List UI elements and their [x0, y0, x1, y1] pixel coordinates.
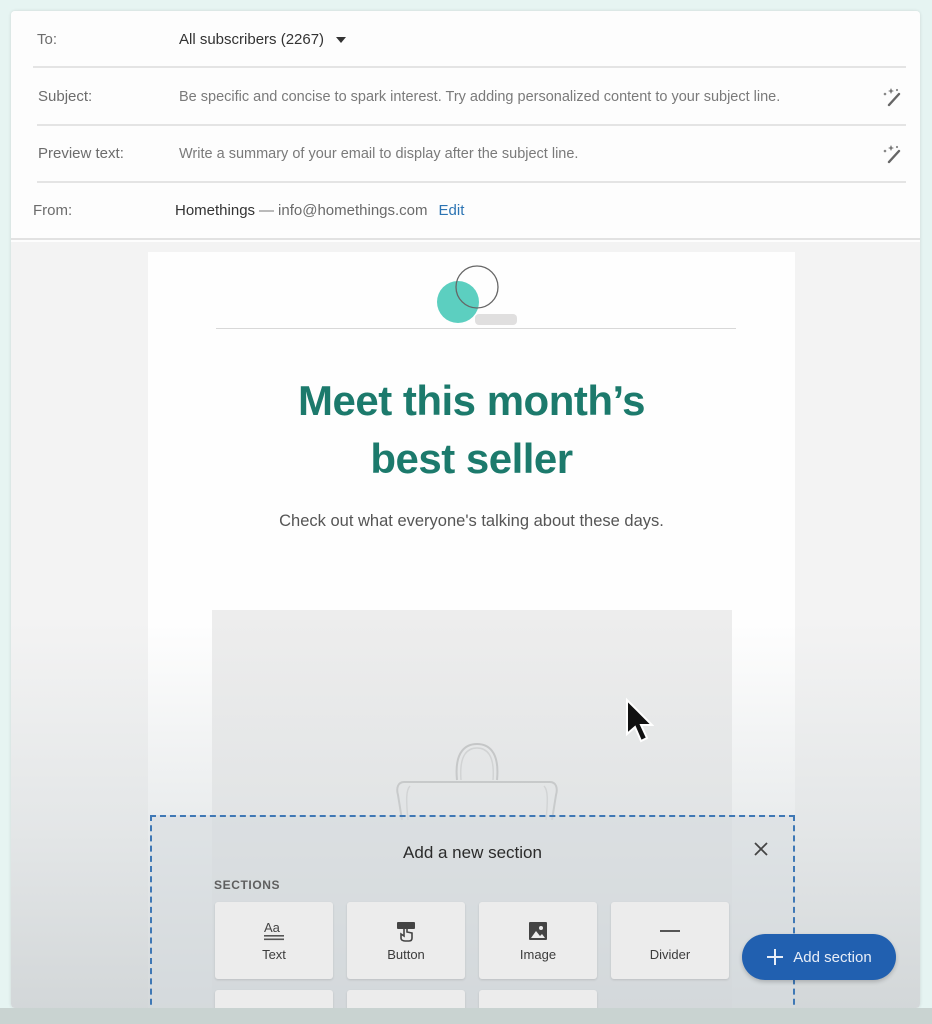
section-tile-more[interactable]: [347, 990, 465, 1008]
image-icon: [529, 921, 547, 940]
from-label: From:: [33, 202, 73, 219]
section-tile-more[interactable]: [215, 990, 333, 1008]
edit-sender-link[interactable]: Edit: [439, 202, 465, 219]
add-section-panel: Add a new section SECTIONS Aa Text Butto…: [150, 815, 795, 1008]
add-section-button[interactable]: Add section: [742, 934, 896, 980]
section-tile-divider[interactable]: Divider: [611, 902, 729, 979]
divider-icon: [660, 929, 680, 932]
preview-input[interactable]: Write a summary of your email to display…: [179, 146, 578, 162]
to-label: To:: [37, 31, 58, 48]
magic-wand-icon[interactable]: [880, 85, 904, 109]
plus-icon: [767, 949, 784, 965]
preview-row: Preview text: Write a summary of your em…: [11, 125, 920, 182]
panel-title: Add a new section: [403, 843, 542, 862]
magic-wand-icon[interactable]: [880, 142, 904, 166]
subject-input[interactable]: Be specific and concise to spark interes…: [179, 89, 780, 105]
recipients-dropdown[interactable]: All subscribers (2267): [179, 31, 347, 48]
bag-icon: [396, 742, 558, 820]
preview-label: Preview text:: [38, 145, 124, 162]
recipients-value: All subscribers (2267): [179, 31, 325, 48]
subject-row: Subject: Be specific and concise to spar…: [11, 68, 920, 125]
from-value: Homethings — info@homethings.com Edit: [175, 202, 464, 219]
body-text[interactable]: Check out what everyone's talking about …: [148, 512, 795, 531]
sections-label: SECTIONS: [214, 878, 281, 892]
close-icon[interactable]: [751, 839, 771, 859]
section-tile-more[interactable]: [479, 990, 597, 1008]
bottom-strip: [0, 1008, 932, 1024]
add-section-label: Add section: [793, 948, 872, 966]
tile-label: Divider: [649, 946, 691, 962]
section-tile-image[interactable]: Image: [479, 902, 597, 979]
headline[interactable]: Meet this month’s best seller: [148, 372, 795, 488]
headline-line-1: Meet this month’s: [298, 377, 645, 424]
email-header: To: All subscribers (2267) Subject: Be s…: [11, 11, 920, 240]
section-tile-text[interactable]: Aa Text: [215, 902, 333, 979]
text-icon: Aa: [264, 920, 284, 940]
tile-label: Button: [387, 946, 425, 962]
svg-text:Aa: Aa: [264, 920, 281, 935]
from-row: From: Homethings — info@homethings.com E…: [11, 182, 920, 239]
section-tile-button[interactable]: Button: [347, 902, 465, 979]
tile-label: Image: [519, 946, 557, 962]
separator: —: [259, 202, 275, 219]
sender-name: Homethings: [175, 202, 256, 219]
button-icon: [397, 921, 415, 942]
headline-line-2: best seller: [370, 435, 573, 482]
brand-logo-icon[interactable]: [418, 256, 518, 326]
caret-down-icon: [336, 36, 347, 43]
tile-label: Text: [262, 946, 286, 962]
sender-email: info@homethings.com: [278, 202, 428, 219]
logo-divider: [216, 328, 736, 329]
subject-label: Subject:: [38, 88, 93, 105]
to-row: To: All subscribers (2267): [11, 11, 920, 68]
email-editor: To: All subscribers (2267) Subject: Be s…: [11, 11, 920, 1008]
